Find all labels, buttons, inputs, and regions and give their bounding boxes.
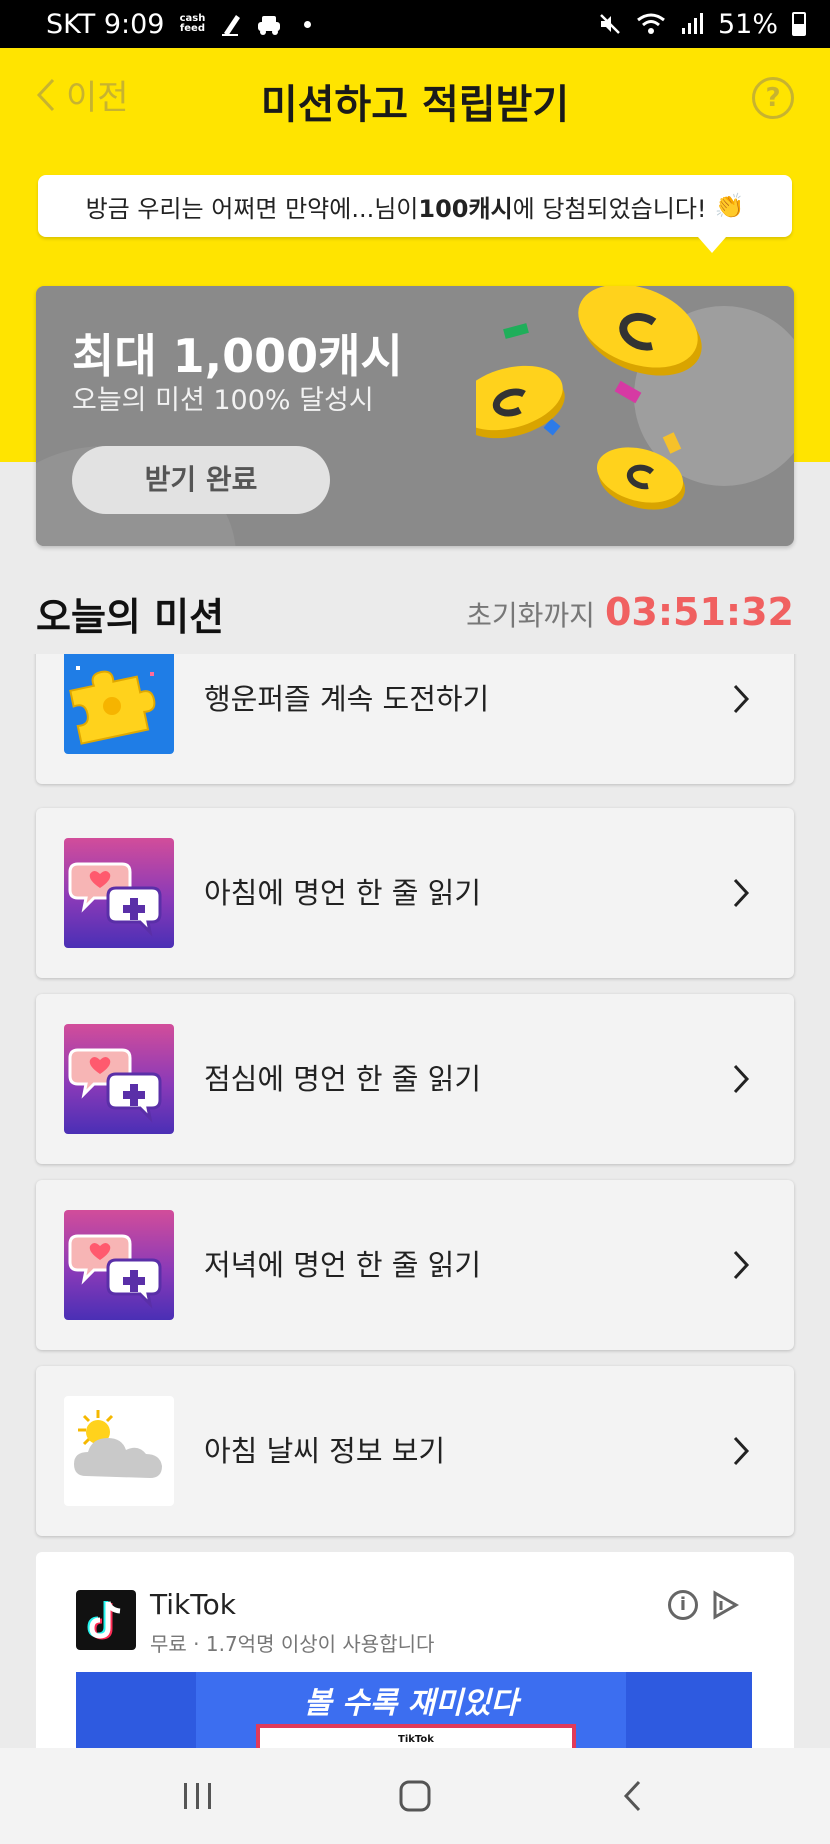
mission-item-lunch-quote[interactable]: 점심에 명언 한 줄 읽기 — [36, 994, 794, 1164]
mission-item-morning-quote[interactable]: 아침에 명언 한 줄 읽기 — [36, 808, 794, 978]
battery-icon — [792, 12, 806, 36]
promo-subtitle: 오늘의 미션 100% 달성시 — [72, 385, 374, 416]
chevron-right-icon — [733, 878, 750, 908]
mission-label: 점심에 명언 한 줄 읽기 — [204, 1062, 481, 1096]
weather-icon — [64, 1396, 174, 1506]
back-arrow-icon — [623, 1780, 640, 1812]
claim-complete-button[interactable]: 받기 완료 — [72, 446, 330, 514]
ad-banner-brand: TikTok — [398, 1734, 434, 1745]
ad-banner-frame: TikTok — [256, 1724, 576, 1748]
battery-percent: 51% — [717, 8, 778, 40]
mute-icon — [600, 14, 620, 34]
mission-label: 아침에 명언 한 줄 읽기 — [204, 876, 481, 910]
page-title: 미션하고 적립받기 — [260, 82, 570, 128]
adchoices-icon[interactable] — [710, 1590, 740, 1620]
notice-suffix: 에 당첨되었습니다! — [512, 194, 707, 223]
mission-label: 저녁에 명언 한 줄 읽기 — [204, 1248, 481, 1282]
reward-promo-card: 최대 1,000캐시 오늘의 미션 100% 달성시 받기 완료 — [36, 286, 794, 546]
ad-app-name: TikTok — [150, 1588, 236, 1621]
nav-back-button[interactable] — [602, 1766, 662, 1826]
promo-title: 최대 1,000캐시 — [72, 329, 403, 383]
mission-item-puzzle[interactable]: 행운퍼즐 계속 도전하기 — [36, 654, 794, 784]
carrier-time: SKT 9:09 — [46, 8, 165, 40]
signal-icon — [681, 13, 703, 34]
recent-apps-icon — [184, 1783, 212, 1809]
tiktok-logo-icon — [76, 1590, 136, 1650]
mission-item-evening-quote[interactable]: 저녁에 명언 한 줄 읽기 — [36, 1180, 794, 1350]
coins-illustration — [476, 286, 702, 510]
puzzle-icon — [64, 654, 174, 754]
help-button[interactable]: ? — [752, 77, 794, 119]
pen-notification-icon — [222, 15, 241, 36]
home-icon — [399, 1780, 431, 1812]
wifi-icon — [637, 13, 665, 34]
chevron-right-icon — [733, 684, 750, 714]
missions-section-title: 오늘의 미션 — [36, 595, 225, 639]
car-notification-icon — [258, 16, 281, 35]
home-button[interactable] — [385, 1766, 445, 1826]
mission-label: 아침 날씨 정보 보기 — [204, 1434, 446, 1468]
ad-banner-headline: 볼 수록 재미있다 — [303, 1686, 519, 1721]
notice-highlight: 100캐시 — [418, 194, 513, 223]
reset-timer-value: 03:51:32 — [604, 590, 794, 634]
app-bar: 이전 미션하고 적립받기 ? — [0, 48, 830, 148]
tiktok-ad-card[interactable]: TikTok 무료 · 1.7억명 이상이 사용합니다 i 볼 수록 재미있다 … — [36, 1552, 794, 1748]
notice-prefix: 방금 우리는 어쩌면 만약에...님이 — [85, 194, 419, 223]
more-notifications-dot — [304, 20, 312, 28]
system-navigation-bar — [0, 1748, 830, 1844]
status-bar: SKT 9:09 cash feed 51% — [0, 0, 830, 48]
reset-timer-label: 초기화까지 — [466, 599, 595, 632]
chevron-right-icon — [733, 1436, 750, 1466]
mission-label: 행운퍼즐 계속 도전하기 — [204, 682, 490, 716]
chevron-right-icon — [733, 1064, 750, 1094]
mission-item-morning-weather[interactable]: 아침 날씨 정보 보기 — [36, 1366, 794, 1536]
ad-app-subtitle: 무료 · 1.7억명 이상이 사용합니다 — [150, 1632, 435, 1656]
ad-banner-image[interactable]: 볼 수록 재미있다 TikTok — [76, 1672, 752, 1748]
quote-chat-icon — [64, 1024, 174, 1134]
clap-icon: 👏 — [714, 192, 745, 220]
cashfeed-notification-icon: cash feed — [179, 13, 206, 34]
quote-chat-icon — [64, 1210, 174, 1320]
ad-banner-panel: 볼 수록 재미있다 TikTok — [196, 1672, 626, 1748]
ad-info-icon[interactable]: i — [668, 1590, 698, 1620]
recent-apps-button[interactable] — [168, 1766, 228, 1826]
winner-notice-bubble: 방금 우리는 어쩌면 만약에...님이 100캐시 에 당첨되었습니다! 👏 — [38, 175, 792, 253]
chevron-right-icon — [733, 1250, 750, 1280]
mission-list[interactable]: 행운퍼즐 계속 도전하기 아침에 명언 한 줄 읽기 점심에 명언 한 줄 읽기… — [0, 654, 830, 1748]
reset-timer: 초기화까지 03:51:32 — [466, 590, 794, 634]
quote-chat-icon — [64, 838, 174, 948]
